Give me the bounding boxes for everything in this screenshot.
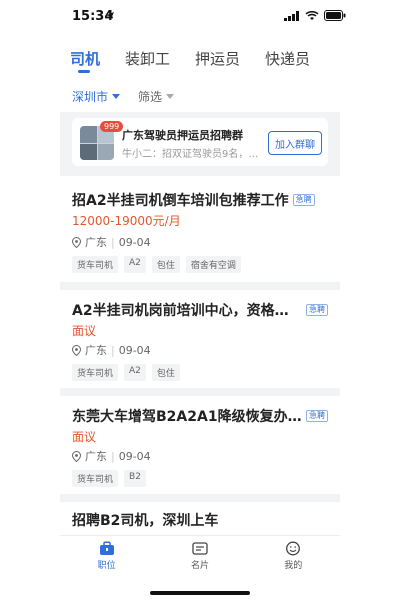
briefcase-icon [99, 541, 114, 555]
job-tag: B2 [124, 470, 146, 487]
job-card[interactable]: 招A2半挂司机倒车培训包推荐工作 急聘 12000-19000元/月 广东 | … [60, 176, 340, 282]
job-tags: 货车司机 A2 包住 [72, 364, 180, 381]
meta-separator: | [111, 449, 115, 463]
city-filter-label: 深圳市 [72, 90, 109, 104]
divider-band [60, 494, 340, 502]
job-card[interactable]: 招聘B2司机，深圳上车 [60, 502, 340, 535]
tab-courier[interactable]: 快递员 [265, 48, 310, 74]
job-title-row: 招A2半挂司机倒车培训包推荐工作 急聘 [72, 190, 315, 210]
job-title: 招聘B2司机，深圳上车 [72, 513, 219, 529]
location-pin-icon [72, 450, 81, 462]
job-tag: 包住 [151, 256, 180, 273]
job-location: 广东 [85, 236, 107, 249]
divider-band [60, 388, 340, 396]
job-meta: 广东 | 09-04 [72, 342, 151, 358]
more-filter-label: 筛选 [138, 90, 163, 104]
bottom-nav: 职位 名片 我的 [60, 535, 340, 575]
unread-badge: 999 [100, 121, 124, 132]
location-pin-icon [72, 344, 81, 356]
meta-separator: | [111, 235, 115, 249]
group-last-message: 牛小二：招双证驾驶员9名，工资… [122, 149, 262, 160]
job-title-row: A2半挂司机岗前培训中心，资格证... 急聘 [72, 300, 328, 320]
city-filter[interactable]: 深圳市 [72, 88, 121, 105]
job-title: 东莞大车增驾B2A2A1降级恢复办上... [72, 409, 302, 425]
tab-escort[interactable]: 押运员 [195, 48, 240, 74]
nav-item-profile[interactable]: 我的 [263, 536, 323, 575]
job-tags: 货车司机 A2 包住 宿舍有空调 [72, 256, 241, 273]
divider-band [60, 282, 340, 290]
job-tags: 货车司机 B2 [72, 470, 146, 487]
job-title: A2半挂司机岗前培训中心，资格证... [72, 303, 302, 319]
urgent-badge: 急聘 [306, 410, 328, 422]
battery-icon [324, 10, 346, 21]
job-title: 招A2半挂司机倒车培训包推荐工作 [72, 193, 289, 209]
job-meta: 广东 | 09-04 [72, 448, 151, 464]
job-card[interactable]: 东莞大车增驾B2A2A1降级恢复办上... 急聘 面议 广东 | 09-04 货… [60, 396, 340, 494]
job-date: 09-04 [118, 343, 151, 357]
job-tag: 货车司机 [72, 256, 119, 273]
tab-loader[interactable]: 装卸工 [125, 48, 170, 74]
join-group-button[interactable]: 加入群聊 [268, 131, 322, 155]
job-tag: 宿舍有空调 [185, 256, 241, 273]
meta-separator: | [111, 343, 115, 357]
group-chat-card[interactable]: 999 广东驾驶员押运员招聘群 牛小二：招双证驾驶员9名，工资… 加入群聊 [72, 118, 328, 166]
nav-item-jobs[interactable]: 职位 [77, 536, 137, 575]
status-icons [284, 10, 346, 21]
job-meta: 广东 | 09-04 [72, 234, 151, 250]
group-title: 广东驾驶员押运员招聘群 [122, 129, 243, 142]
urgent-badge: 急聘 [306, 304, 328, 316]
job-title-row: 东莞大车增驾B2A2A1降级恢复办上... 急聘 [72, 406, 328, 426]
job-card[interactable]: A2半挂司机岗前培训中心，资格证... 急聘 面议 广东 | 09-04 货车司… [60, 290, 340, 388]
job-salary: 面议 [72, 430, 97, 444]
signal-icon [284, 10, 299, 21]
nav-label: 我的 [284, 561, 303, 571]
chevron-down-icon [112, 94, 121, 99]
home-indicator[interactable] [150, 591, 250, 595]
urgent-badge: 急聘 [292, 194, 315, 206]
job-date: 09-04 [118, 235, 151, 249]
job-location: 广东 [85, 344, 107, 357]
active-tab-indicator [78, 70, 90, 73]
nav-item-card[interactable]: 名片 [170, 536, 230, 575]
filter-bar: 深圳市 筛选 [72, 88, 175, 105]
job-title-row: 招聘B2司机，深圳上车 [72, 510, 218, 530]
category-tabs: 司机 装卸工 押运员 快递员 [70, 48, 310, 74]
job-tag: 包住 [151, 364, 180, 381]
wifi-icon [305, 10, 319, 20]
job-tag: A2 [124, 364, 146, 381]
smiley-icon [286, 541, 301, 556]
card-icon [192, 542, 208, 555]
job-salary: 面议 [72, 324, 97, 338]
job-tag: A2 [124, 256, 146, 273]
job-salary: 12000-19000元/月 [72, 214, 181, 228]
job-location: 广东 [85, 450, 107, 463]
location-arrow-icon [106, 12, 114, 20]
job-tag: 货车司机 [72, 470, 119, 487]
chevron-down-icon [166, 94, 175, 99]
nav-label: 职位 [97, 561, 116, 571]
job-tag: 货车司机 [72, 364, 119, 381]
more-filter[interactable]: 筛选 [138, 88, 175, 105]
location-pin-icon [72, 236, 81, 248]
status-bar: 15:34 [0, 0, 400, 34]
nav-label: 名片 [190, 561, 209, 571]
job-date: 09-04 [118, 449, 151, 463]
